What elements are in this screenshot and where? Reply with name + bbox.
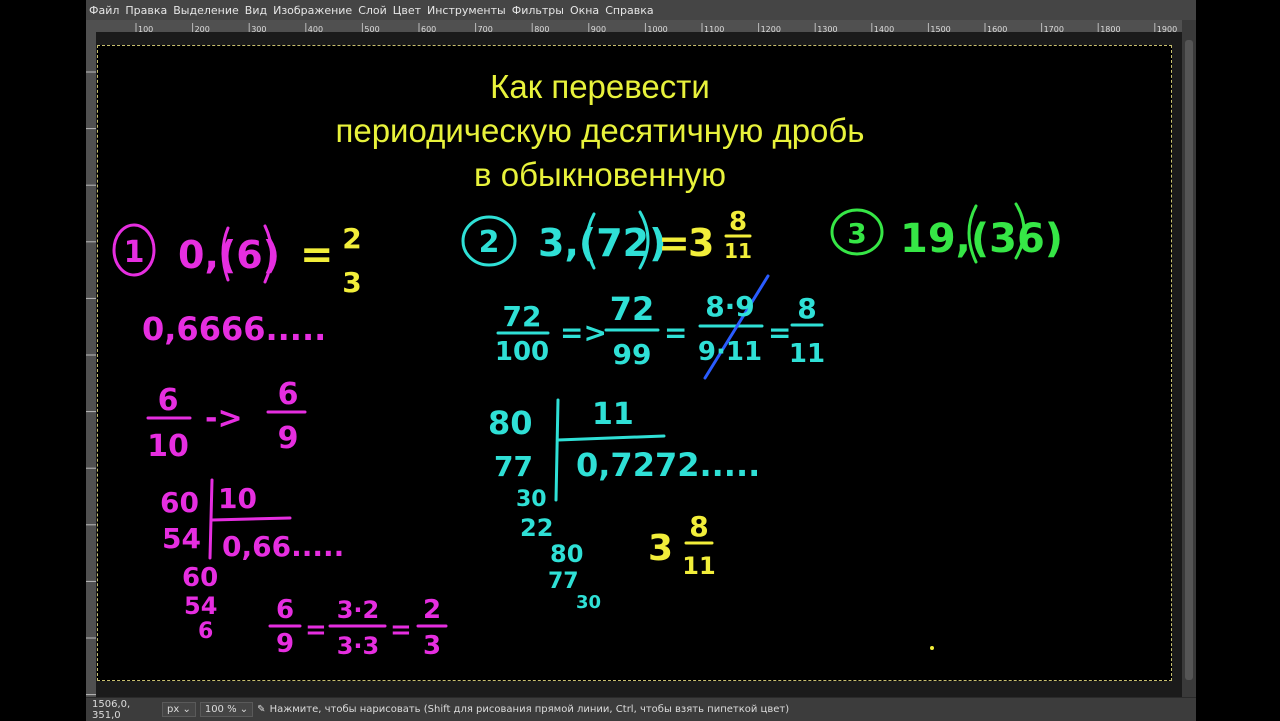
ex1-simp-num2: 3·2 [337,596,380,624]
ex2-frac-c-num: 8·9 [705,290,755,323]
ex1-arrow: -> [205,401,243,436]
ex2-div-hline [556,434,666,442]
ex2-answer2-num: 8 [689,510,708,543]
ex1-simp-eq2: = [390,615,412,645]
ex1-simp-eq1: = [305,615,327,645]
ex2-answer-den: 11 [724,239,752,263]
ex1-frac-a-num: 6 [158,383,179,418]
ex1-div-hline [210,516,292,522]
ex1-simp-num: 6 [276,595,294,625]
ex1-div-sub2: 54 [184,592,217,620]
ex1-expansion: 0,6666..... [142,310,326,348]
ex2-frac-d-den: 11 [789,339,825,369]
ex2-frac-a-den: 100 [495,337,549,367]
ex1-number: 1 [124,235,145,270]
ex2-problem: 3,(72) [538,221,667,265]
ex1-answer-num: 2 [342,222,361,255]
ex2-div-divisor: 11 [592,397,634,432]
ex2-frac-a-num: 72 [503,300,542,333]
stray-dot [930,646,934,650]
ex1-simp-den2: 3·3 [337,632,380,660]
ex2-div-quotient: 0,7272..... [576,446,760,484]
ex2-div-rem2: 80 [550,540,583,568]
ex1-div-rem2: 6 [198,619,213,644]
ex1-problem: 0,(6) [178,233,280,277]
ex2-arrow: => [560,316,607,349]
ex1-div-dividend: 60 [160,486,199,519]
ex1-equals: = [300,232,334,278]
ex1-frac-b-den: 9 [278,421,299,456]
handwriting-layer: 1 0,(6) = 2 3 0,6666..... 6 10 -> 6 9 60… [112,202,1063,661]
ex3-problem: 19,(36) [900,216,1063,262]
ex1-frac-b-num: 6 [278,377,299,412]
ex2-equals: = [658,221,690,265]
ex2-frac-c-den: 9·11 [698,337,762,367]
ex1-div-rem: 60 [182,563,218,593]
ex2-frac-b-num: 72 [610,290,655,328]
ex1-div-sub: 54 [162,522,201,555]
ex3-number: 3 [847,217,866,250]
ex2-eq1: = [664,316,687,349]
ex1-div-quotient: 0,66..... [222,530,344,563]
ex2-div-vline [554,398,560,502]
ex2-div-rem: 30 [516,487,547,512]
ex2-answer2-whole: 3 [648,528,673,569]
ex1-div-divisor: 10 [218,482,257,515]
ex2-frac-b-den: 99 [613,338,652,371]
ex2-div-sub3: 77 [548,569,579,594]
ex1-answer-den: 3 [342,266,361,299]
ex2-answer-num: 8 [729,207,747,237]
ex2-div-rem3: 30 [576,592,601,613]
ex1-simp-den: 9 [276,629,294,659]
ex2-frac-d-num: 8 [797,292,816,325]
ex2-div-dividend: 80 [488,404,533,442]
ex1-frac-a-den: 10 [147,429,189,464]
ex1-simp-res-num: 2 [423,595,441,625]
ex2-div-sub2: 22 [520,514,553,542]
ex2-answer-whole: 3 [688,221,714,265]
ex2-div-sub: 77 [494,450,533,483]
ex1-simp-res-den: 3 [423,631,441,661]
ex2-answer2-den: 11 [682,552,715,580]
ex2-number: 2 [479,225,500,260]
